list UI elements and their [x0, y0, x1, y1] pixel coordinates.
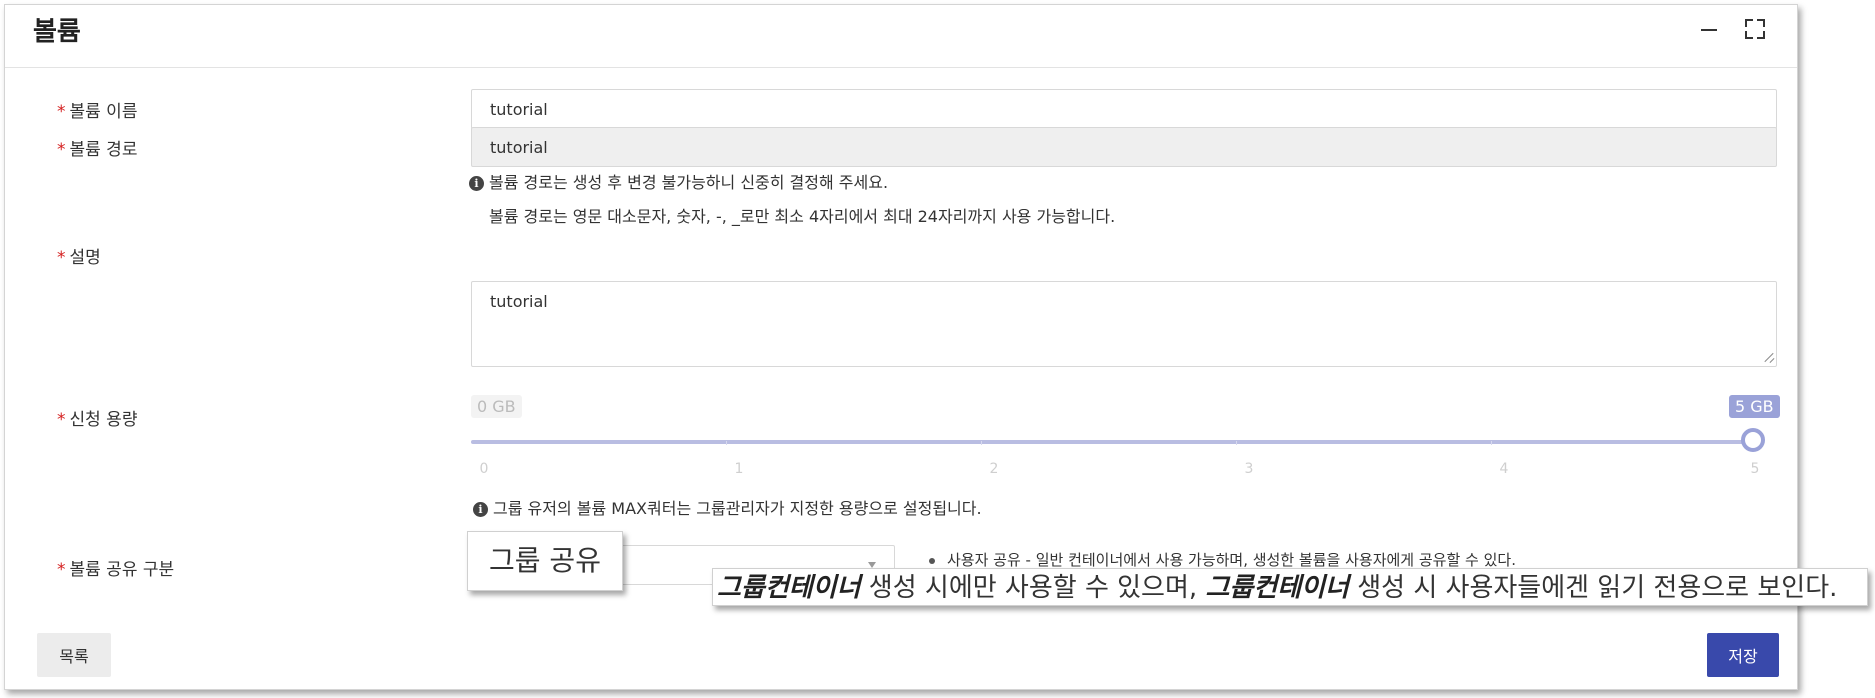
- list-button[interactable]: 목록: [37, 633, 111, 677]
- info-icon: i: [473, 502, 488, 517]
- required-mark: *: [57, 410, 66, 430]
- panel-header: 볼륨: [5, 5, 1797, 68]
- save-button[interactable]: 저장: [1707, 633, 1779, 677]
- group-share-explanation-banner: 그룹컨테이너 생성 시에만 사용할 수 있으며, 그룹컨테이너 생성 시 사용자…: [712, 568, 1868, 606]
- capacity-slider-thumb[interactable]: [1741, 428, 1765, 452]
- share-option-description: 사용자 공유 - 일반 컨테이너에서 사용 가능하며, 생성한 볼륨을 사용자에…: [929, 549, 1516, 570]
- description-label: * 설명: [57, 248, 101, 268]
- slider-tick: 5: [1750, 461, 1760, 477]
- required-mark: *: [57, 140, 66, 160]
- slider-tick: 3: [1244, 461, 1254, 477]
- capacity-note: i 그룹 유저의 볼륨 MAX쿼터는 그룹관리자가 지정한 용량으로 설정됩니다.: [473, 495, 982, 519]
- resize-grip-icon[interactable]: [1763, 351, 1775, 363]
- slider-tick: 4: [1499, 461, 1509, 477]
- required-mark: *: [57, 102, 66, 122]
- slider-tick: 1: [734, 461, 744, 477]
- volume-name-input[interactable]: [471, 89, 1777, 129]
- capacity-value-label: 5 GB: [1729, 395, 1780, 418]
- share-selected-callout: 그룹 공유: [467, 531, 623, 591]
- slider-tick: 0: [479, 461, 489, 477]
- minimize-icon[interactable]: [1699, 15, 1723, 39]
- capacity-label: * 신청 용량: [57, 410, 138, 430]
- path-note-1: i 볼륨 경로는 생성 후 변경 불가능하니 신중히 결정해 주세요.: [469, 169, 888, 193]
- description-textarea[interactable]: tutorial: [471, 281, 1777, 367]
- volume-path-label: * 볼륨 경로: [57, 140, 138, 160]
- panel-title: 볼륨: [33, 17, 81, 47]
- required-mark: *: [57, 248, 66, 268]
- path-note-2: 볼륨 경로는 영문 대소문자, 숫자, -, _로만 최소 4자리에서 최대 2…: [489, 207, 1116, 226]
- required-mark: *: [57, 560, 66, 580]
- capacity-min-label: 0 GB: [471, 395, 522, 418]
- capacity-slider-track[interactable]: [471, 440, 1755, 444]
- info-icon: i: [469, 176, 484, 191]
- volume-name-label: * 볼륨 이름: [57, 102, 138, 122]
- slider-tick: 2: [989, 461, 999, 477]
- fullscreen-icon[interactable]: [1743, 15, 1767, 39]
- volume-path-input: [471, 127, 1777, 167]
- share-type-label: * 볼륨 공유 구분: [57, 560, 175, 580]
